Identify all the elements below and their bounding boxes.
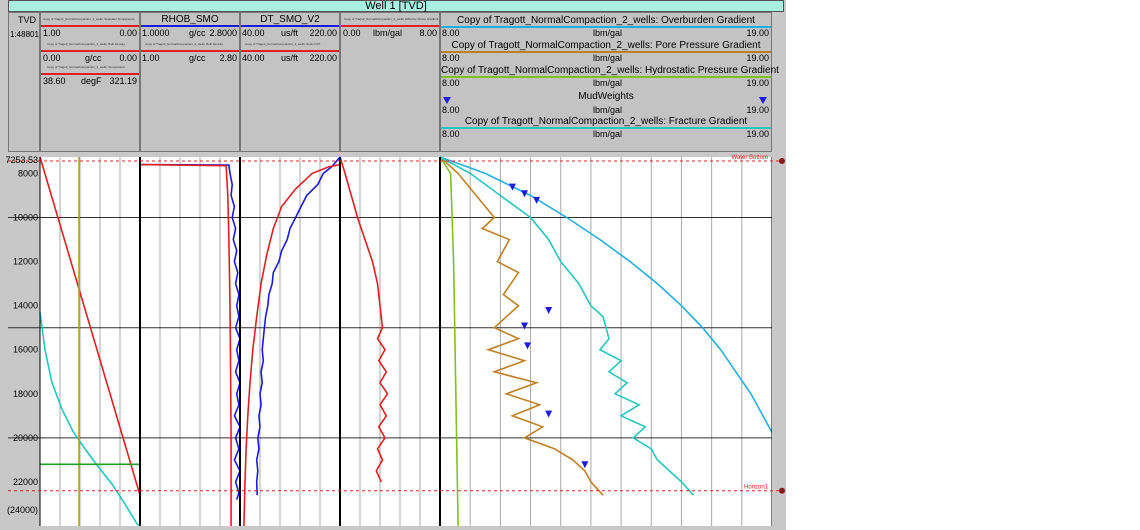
log-plot: Water Bottom Horizon1 7253.53 8000 10000 1200… (5, 155, 786, 527)
depth-tick-label: 20000 (13, 433, 38, 443)
depth-tick-label: (24000) (7, 505, 38, 515)
right-margin (772, 157, 786, 526)
depth-tick-label: 10000 (13, 213, 38, 223)
log-viewer-frame: Well 1 [TVD] TVD 1:48801 Copy of Tragott… (0, 0, 786, 530)
depth-tick-label: 16000 (13, 345, 38, 355)
marker-label: Water Bottom (732, 155, 768, 161)
track-background (340, 157, 440, 526)
depth-tick-label: 22000 (13, 477, 38, 487)
marker-label: Horizon1 (744, 485, 769, 491)
depth-tick-label: 8000 (18, 168, 38, 178)
depth-tick-label: 14000 (13, 301, 38, 311)
track-background (40, 157, 140, 526)
track-background (140, 157, 240, 526)
marker-dot (779, 487, 785, 494)
marker-dot (779, 158, 785, 164)
depth-tick-label: 7253.53 (5, 155, 38, 165)
track-background (240, 157, 340, 526)
depth-tick-label: 12000 (13, 257, 38, 267)
depth-tick-label: 18000 (13, 389, 38, 399)
